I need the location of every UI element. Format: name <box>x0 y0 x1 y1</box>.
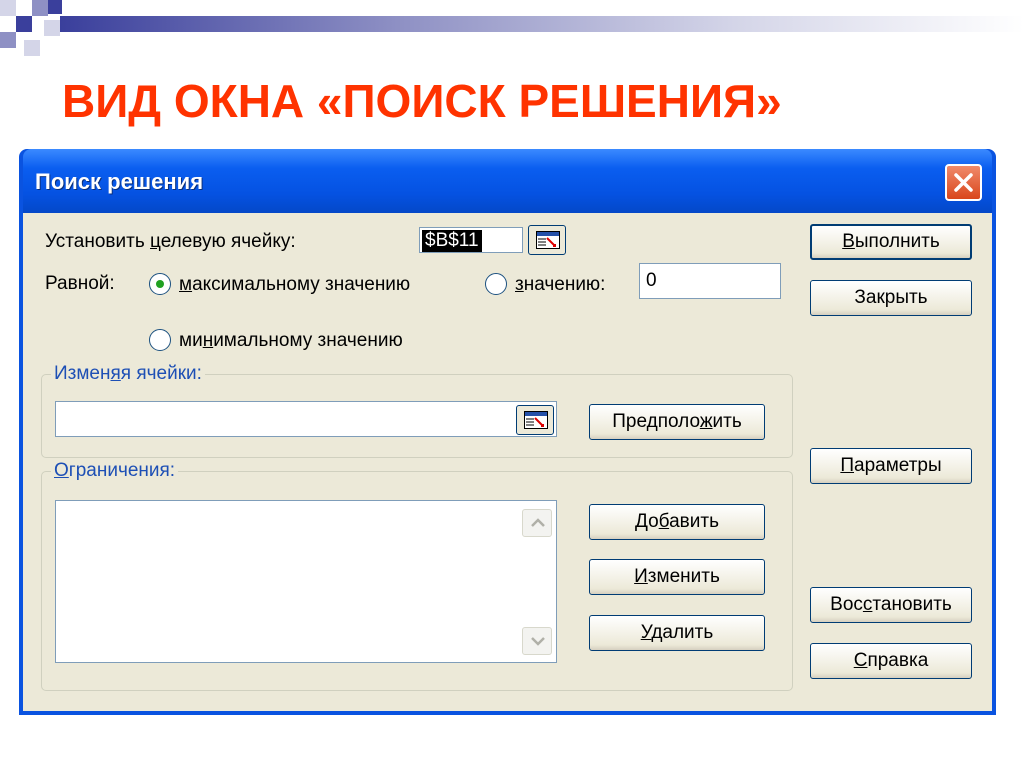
min-radio-label: минимальному значению <box>179 330 403 351</box>
help-button[interactable]: Справка <box>810 643 972 679</box>
reset-all-button[interactable]: Восстановить <box>810 587 972 623</box>
value-radio-label: значению: <box>515 274 606 295</box>
constraints-label: Ограничения: <box>51 460 179 482</box>
value-input[interactable] <box>639 263 781 299</box>
min-radio[interactable] <box>149 329 171 351</box>
changing-cells-input[interactable] <box>55 401 557 437</box>
constraints-scrollbar[interactable] <box>522 509 552 655</box>
close-icon <box>954 173 973 192</box>
solver-dialog: Поиск решения Установить целевую ячейку:… <box>19 149 996 715</box>
max-radio[interactable] <box>149 273 171 295</box>
close-dialog-button[interactable]: Закрыть <box>810 280 972 316</box>
collapse-dialog-icon <box>536 231 560 249</box>
max-radio-label: максимальному значению <box>179 274 411 295</box>
constraints-list[interactable] <box>55 500 557 663</box>
delete-constraint-button[interactable]: Удалить <box>589 615 765 651</box>
chevron-down-icon <box>531 637 545 646</box>
options-button[interactable]: Параметры <box>810 448 972 484</box>
changing-cells-ref-button[interactable] <box>516 405 554 435</box>
scroll-down-button[interactable] <box>522 627 552 655</box>
value-radio[interactable] <box>485 273 507 295</box>
slide-title: ВИД ОКНА «ПОИСК РЕШЕНИЯ» <box>62 75 782 127</box>
dialog-titlebar: Поиск решения <box>23 149 992 213</box>
solve-button[interactable]: Выполнить <box>810 224 972 260</box>
guess-button[interactable]: Предположить <box>589 404 765 440</box>
chevron-up-icon <box>531 518 545 527</box>
close-button[interactable] <box>945 164 982 201</box>
scroll-up-button[interactable] <box>522 509 552 537</box>
dialog-title: Поиск решения <box>35 169 204 194</box>
change-constraint-button[interactable]: Изменить <box>589 559 765 595</box>
target-cell-label: Установить целевую ячейку: <box>45 231 296 252</box>
equal-to-label: Равной: <box>45 273 115 294</box>
changing-cells-label: Изменяя ячейки: <box>51 363 205 385</box>
collapse-dialog-icon <box>524 411 548 429</box>
dialog-client: Установить целевую ячейку: $B$11 Равной:… <box>23 213 992 711</box>
target-cell-ref-button[interactable] <box>528 225 566 255</box>
add-constraint-button[interactable]: Добавить <box>589 504 765 540</box>
target-cell-input[interactable]: $B$11 <box>419 227 523 253</box>
